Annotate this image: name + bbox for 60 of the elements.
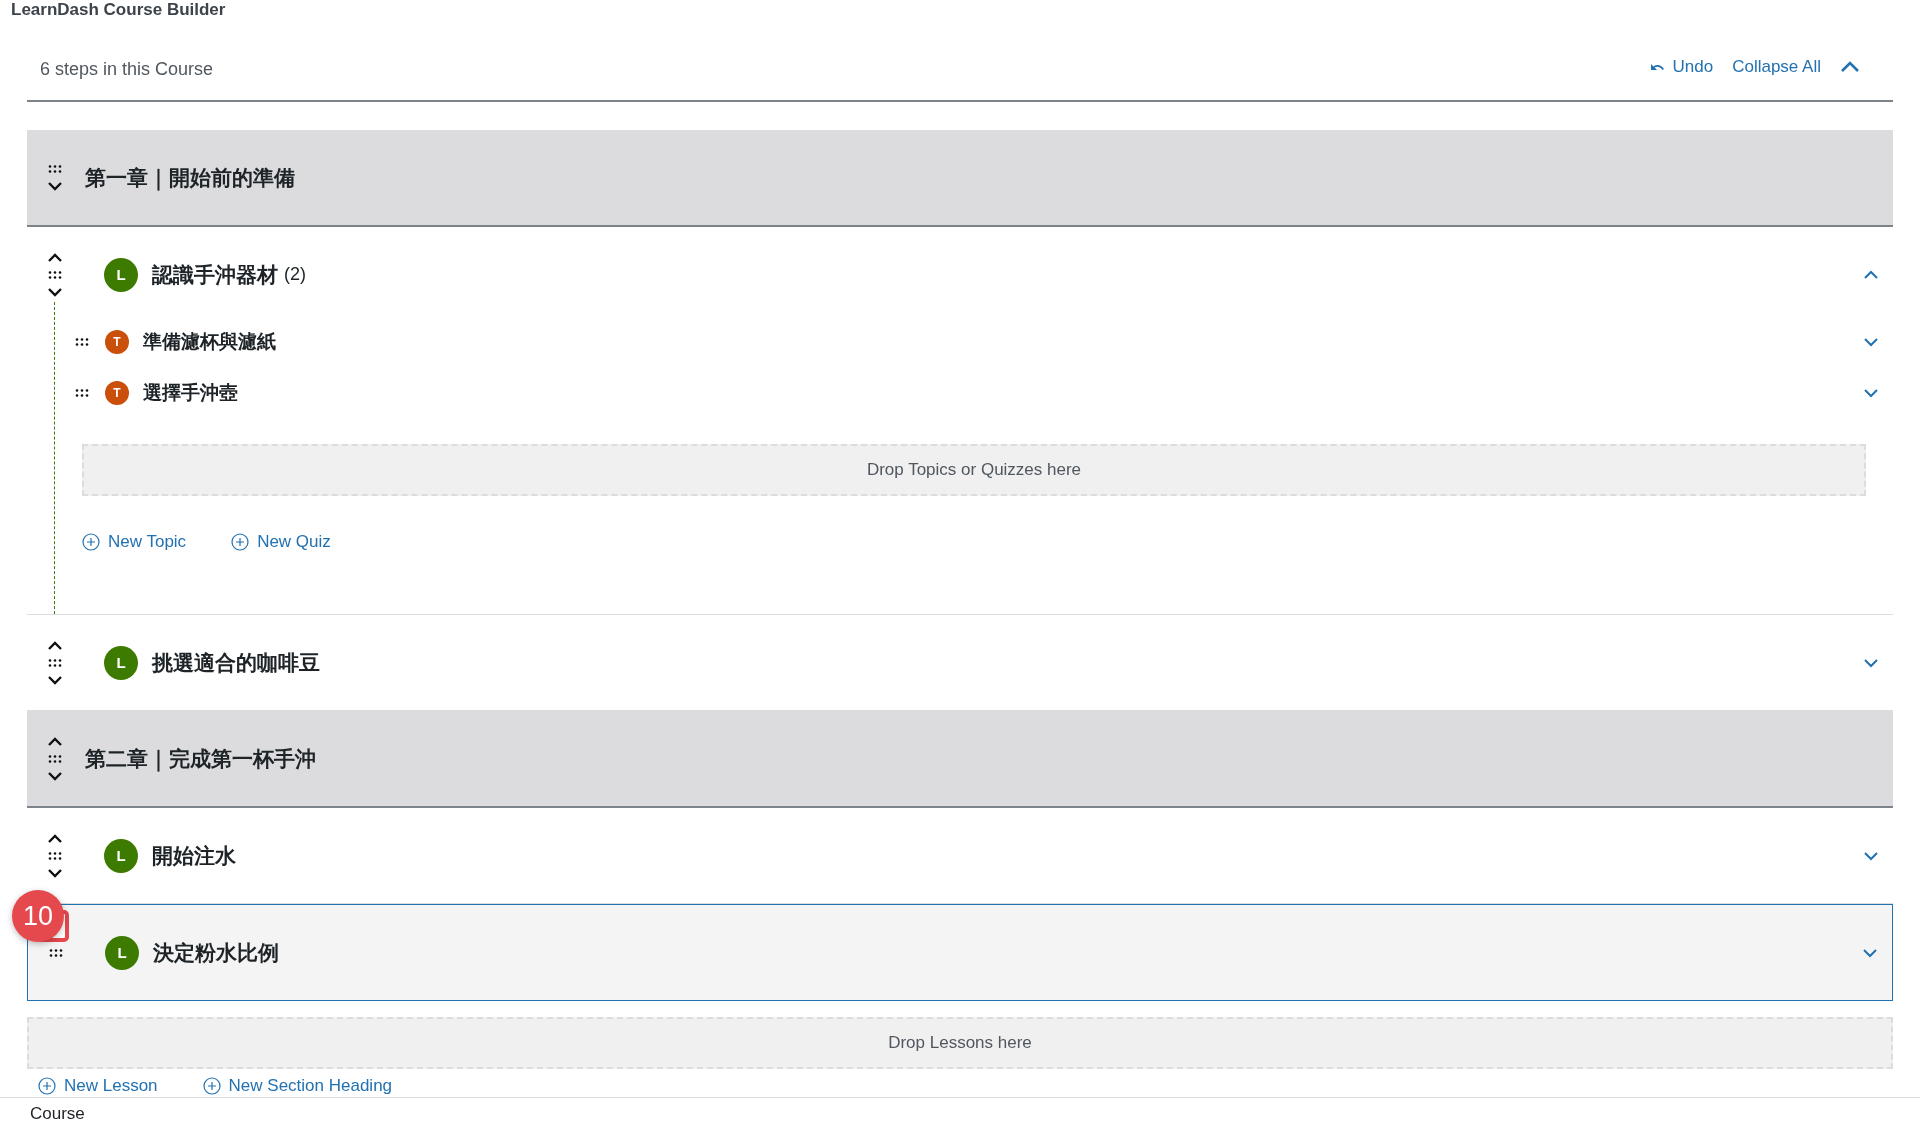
section-heading-row[interactable]: 第二章｜完成第一杯手沖 — [27, 711, 1893, 808]
topic-count: (2) — [284, 264, 306, 285]
plus-circle-icon — [202, 1077, 221, 1095]
lesson-title[interactable]: 認識手沖器材 — [152, 260, 278, 289]
drag-handle-icon[interactable] — [48, 754, 62, 763]
expand-icon[interactable] — [1862, 947, 1878, 958]
collapse-all-link[interactable]: Collapse All — [1732, 57, 1821, 77]
move-up-icon[interactable] — [47, 640, 63, 651]
steps-count: 6 steps in this Course — [40, 57, 214, 80]
drag-handle-icon[interactable] — [48, 658, 62, 667]
topic-drop-zone[interactable]: Drop Topics or Quizzes here — [82, 444, 1866, 496]
lesson-title[interactable]: 開始注水 — [152, 841, 236, 870]
undo-icon — [1648, 61, 1665, 73]
drag-handle-icon[interactable] — [75, 337, 89, 346]
drag-handle-icon[interactable] — [48, 851, 62, 860]
move-down-icon[interactable] — [47, 770, 63, 781]
add-link[interactable]: New Topic — [82, 532, 187, 552]
move-up-icon[interactable] — [47, 833, 63, 844]
plus-circle-icon — [38, 1077, 56, 1095]
topic-badge: T — [105, 329, 129, 354]
topic-badge: T — [105, 380, 129, 405]
topic-title[interactable]: 準備濾杯與濾紙 — [143, 328, 276, 355]
add-link[interactable]: New Lesson — [38, 1076, 158, 1096]
move-down-icon[interactable] — [47, 867, 63, 878]
expand-icon[interactable] — [1863, 336, 1879, 347]
plus-circle-icon — [231, 533, 250, 551]
lesson-title[interactable]: 決定粉水比例 — [153, 938, 279, 967]
move-up-icon[interactable] — [47, 252, 63, 263]
expand-icon[interactable] — [1863, 387, 1879, 398]
section-heading-row[interactable]: 第一章｜開始前的準備 — [27, 130, 1893, 227]
add-link[interactable]: New Section Heading — [202, 1076, 393, 1096]
drag-handle-icon[interactable] — [75, 388, 89, 397]
lesson-drop-zone[interactable]: Drop Lessons here — [27, 1017, 1893, 1069]
topic-row[interactable]: T 選擇手沖壺 — [55, 367, 1893, 418]
collapse-all-icon[interactable] — [1840, 61, 1860, 73]
page-title: LearnDash Course Builder — [11, 0, 226, 20]
lesson-badge: L — [104, 645, 138, 680]
lesson-badge: L — [104, 838, 138, 873]
step-marker: 10 — [12, 890, 64, 942]
undo-link[interactable]: Undo — [1648, 57, 1714, 77]
lesson-badge: L — [105, 935, 139, 970]
expand-icon[interactable] — [1863, 657, 1879, 668]
lesson-badge: L — [104, 257, 138, 292]
add-link[interactable]: New Quiz — [231, 532, 331, 552]
lesson-title[interactable]: 挑選適合的咖啡豆 — [152, 648, 320, 677]
expand-icon[interactable] — [1863, 850, 1879, 861]
section-title: 第二章｜完成第一杯手沖 — [85, 745, 316, 773]
drag-handle-icon[interactable] — [49, 948, 63, 957]
footer-label: Course — [30, 1104, 85, 1124]
plus-circle-icon — [82, 533, 100, 551]
topic-title[interactable]: 選擇手沖壺 — [143, 379, 238, 406]
move-down-icon[interactable] — [47, 286, 63, 297]
topic-row[interactable]: T 準備濾杯與濾紙 — [55, 316, 1893, 367]
move-down-icon[interactable] — [47, 180, 63, 191]
move-up-icon[interactable] — [47, 736, 63, 747]
move-down-icon[interactable] — [47, 674, 63, 685]
section-title: 第一章｜開始前的準備 — [85, 164, 295, 192]
drag-handle-icon[interactable] — [48, 270, 62, 279]
collapse-icon[interactable] — [1863, 269, 1879, 280]
drag-handle-icon[interactable] — [48, 164, 62, 173]
